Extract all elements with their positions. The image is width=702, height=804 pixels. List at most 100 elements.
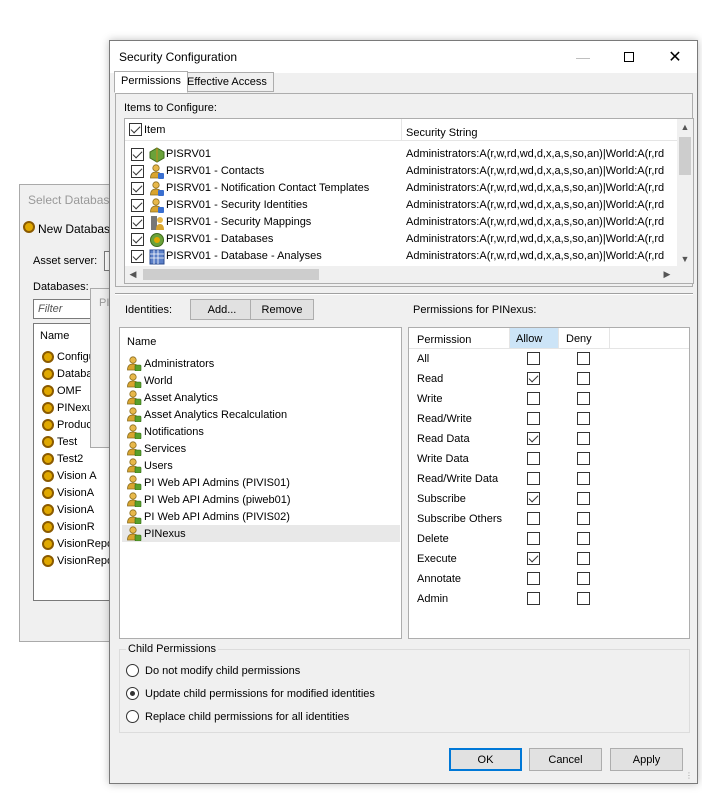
item-checkbox[interactable] <box>131 165 144 178</box>
deny-checkbox[interactable] <box>577 492 590 505</box>
background-window-2-title: PI <box>99 297 110 309</box>
security-string-column-header[interactable]: Security String <box>406 127 478 139</box>
item-checkbox[interactable] <box>131 199 144 212</box>
allow-checkbox[interactable] <box>527 512 540 525</box>
items-vertical-scrollbar[interactable]: ▲ ▼ <box>677 119 693 267</box>
allow-checkbox[interactable] <box>527 592 540 605</box>
column-divider[interactable] <box>401 119 402 141</box>
allow-column-header[interactable]: Allow <box>510 328 558 348</box>
item-checkbox[interactable] <box>131 148 144 161</box>
child-permission-radio[interactable]: Do not modify child permissions <box>126 664 300 677</box>
identities-name-header: Name <box>127 336 157 348</box>
vertical-scroll-thumb[interactable] <box>679 137 691 175</box>
identity-list-item[interactable]: PI Web API Admins (piweb01) <box>122 491 400 508</box>
allow-checkbox[interactable] <box>527 412 540 425</box>
item-checkbox[interactable] <box>131 182 144 195</box>
identity-list-item[interactable]: Asset Analytics Recalculation <box>122 406 400 423</box>
allow-checkbox[interactable] <box>527 492 540 505</box>
contacts-icon <box>150 164 164 179</box>
permissions-for-label: Permissions for PINexus: <box>413 304 537 316</box>
horizontal-scroll-thumb[interactable] <box>143 269 319 280</box>
identity-list-item[interactable]: Users <box>122 457 400 474</box>
close-button[interactable]: ✕ <box>652 41 698 73</box>
radio-button[interactable] <box>126 710 139 723</box>
child-permission-radio[interactable]: Replace child permissions for all identi… <box>126 710 349 723</box>
deny-checkbox[interactable] <box>577 512 590 525</box>
identity-list-item[interactable]: Asset Analytics <box>122 389 400 406</box>
item-row[interactable]: PISRV01 - Database - Analyses Administrat… <box>125 248 681 265</box>
deny-column-header[interactable]: Deny <box>566 333 592 345</box>
allow-checkbox[interactable] <box>527 472 540 485</box>
tab-effective-access[interactable]: Effective Access <box>180 72 274 92</box>
select-all-checkbox[interactable] <box>129 123 142 136</box>
resize-grip-icon[interactable]: ⋮ <box>685 771 695 781</box>
deny-checkbox[interactable] <box>577 572 590 585</box>
item-column-header[interactable]: Item <box>129 123 165 136</box>
new-database-button[interactable]: New Database <box>23 221 117 236</box>
allow-checkbox[interactable] <box>527 432 540 445</box>
deny-checkbox[interactable] <box>577 472 590 485</box>
item-row[interactable]: PISRV01 - Security Mappings Administrator… <box>125 214 681 231</box>
cancel-button[interactable]: Cancel <box>529 748 602 771</box>
scroll-down-arrow-icon[interactable]: ▼ <box>677 251 693 267</box>
deny-checkbox[interactable] <box>577 372 590 385</box>
deny-checkbox[interactable] <box>577 432 590 445</box>
add-identity-button[interactable]: Add... <box>190 299 254 320</box>
allow-checkbox[interactable] <box>527 452 540 465</box>
splitter[interactable] <box>115 293 693 295</box>
identity-list-item[interactable]: PI Web API Admins (PIVIS02) <box>122 508 400 525</box>
new-database-label: New Database <box>38 222 117 236</box>
identity-list-item[interactable]: PI Web API Admins (PIVIS01) <box>122 474 400 491</box>
allow-checkbox[interactable] <box>527 552 540 565</box>
permission-name: Annotate <box>417 573 462 585</box>
radio-label: Update child permissions for modified id… <box>145 687 375 700</box>
deny-checkbox[interactable] <box>577 532 590 545</box>
databases-label: Databases: <box>33 281 89 293</box>
allow-checkbox[interactable] <box>527 372 540 385</box>
database-icon <box>42 384 54 397</box>
remove-identity-button[interactable]: Remove <box>250 299 314 320</box>
ok-button[interactable]: OK <box>449 748 522 771</box>
identity-name: Asset Analytics <box>144 391 218 404</box>
item-security-string: Administrators:A(r,w,rd,wd,d,x,a,s,so,an… <box>406 165 665 177</box>
allow-checkbox[interactable] <box>527 392 540 405</box>
scroll-right-arrow-icon[interactable]: ▶ <box>659 266 675 283</box>
identity-list-item[interactable]: Notifications <box>122 423 400 440</box>
item-row[interactable]: PISRV01 - Security Identities Administrat… <box>125 197 681 214</box>
allow-checkbox[interactable] <box>527 532 540 545</box>
deny-checkbox[interactable] <box>577 552 590 565</box>
items-to-configure-label: Items to Configure: <box>124 102 217 114</box>
item-row[interactable]: PISRV01 - Databases Administrators:A(r,w,… <box>125 231 681 248</box>
identity-list-item[interactable]: PINexus <box>122 525 400 542</box>
permission-row: Admin <box>409 589 689 609</box>
child-permission-radio[interactable]: Update child permissions for modified id… <box>126 687 375 700</box>
items-horizontal-scrollbar[interactable]: ◀ ▶ <box>125 266 693 283</box>
identity-list-item[interactable]: Services <box>122 440 400 457</box>
item-checkbox[interactable] <box>131 233 144 246</box>
deny-checkbox[interactable] <box>577 592 590 605</box>
item-row[interactable]: PISRV01 - Notification Contact Templates… <box>125 180 681 197</box>
item-checkbox[interactable] <box>131 216 144 229</box>
identity-list-item[interactable]: World <box>122 372 400 389</box>
minimize-button[interactable]: — <box>560 41 606 73</box>
database-icon <box>42 350 54 363</box>
radio-button[interactable] <box>126 664 139 677</box>
identity-list-item[interactable]: Administrators <box>122 355 400 372</box>
database-name: VisionA <box>57 503 95 516</box>
scroll-up-arrow-icon[interactable]: ▲ <box>677 119 693 135</box>
deny-checkbox[interactable] <box>577 452 590 465</box>
item-checkbox[interactable] <box>131 250 144 263</box>
maximize-button[interactable] <box>606 41 652 73</box>
item-row[interactable]: PISRV01 Administrators:A(r,w,rd,wd,d,x,a,… <box>125 146 681 163</box>
identity-name: Asset Analytics Recalculation <box>144 408 288 421</box>
item-row[interactable]: PISRV01 - Contacts Administrators:A(r,w,r… <box>125 163 681 180</box>
allow-checkbox[interactable] <box>527 572 540 585</box>
apply-button[interactable]: Apply <box>610 748 683 771</box>
deny-checkbox[interactable] <box>577 352 590 365</box>
deny-checkbox[interactable] <box>577 412 590 425</box>
radio-button[interactable] <box>126 687 139 700</box>
deny-checkbox[interactable] <box>577 392 590 405</box>
scroll-left-arrow-icon[interactable]: ◀ <box>125 266 141 283</box>
tab-permissions[interactable]: Permissions <box>114 71 188 93</box>
allow-checkbox[interactable] <box>527 352 540 365</box>
